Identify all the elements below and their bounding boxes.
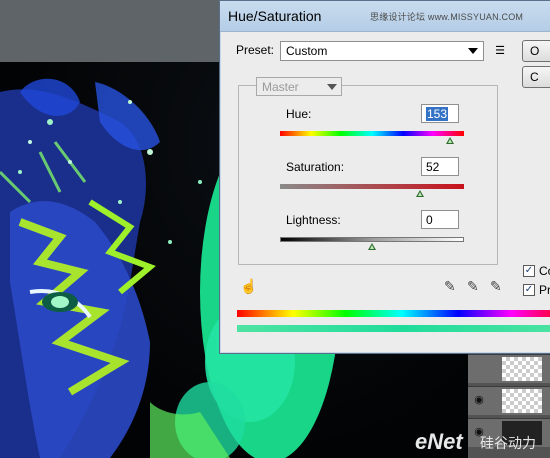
chevron-down-icon — [327, 84, 337, 90]
saturation-value: 52 — [426, 160, 440, 174]
lightness-slider-track[interactable] — [280, 237, 464, 242]
layer-thumbnail — [502, 389, 542, 413]
eyedropper-minus-icon[interactable]: ✎ — [490, 279, 502, 293]
lightness-value: 0 — [426, 213, 433, 227]
colorize-checkbox[interactable]: ✓ — [523, 265, 535, 277]
preview-checkbox[interactable]: ✓ — [523, 284, 535, 296]
saturation-slider-thumb[interactable] — [415, 190, 424, 197]
channel-select[interactable]: Master — [256, 77, 342, 96]
eye-icon[interactable]: ◉ — [472, 394, 486, 406]
hue-saturation-dialog: Hue/Saturation 思缘设计论坛 www.MISSYUAN.COM P… — [219, 0, 550, 354]
eyedropper-plus-icon[interactable]: ✎ — [467, 279, 479, 293]
saturation-input[interactable]: 52 — [421, 157, 459, 176]
logo-text: eNet — [415, 429, 463, 454]
chevron-down-icon — [468, 48, 478, 54]
workspace-background — [0, 0, 230, 62]
cancel-button[interactable]: C — [522, 66, 550, 88]
preset-label: Preset: — [236, 43, 275, 57]
ok-button[interactable]: O — [522, 40, 550, 62]
layer-row[interactable] — [468, 354, 550, 383]
preview-label: Pr — [539, 283, 550, 297]
dialog-titlebar[interactable]: Hue/Saturation 思缘设计论坛 www.MISSYUAN.COM — [220, 1, 550, 32]
lightness-label: Lightness: — [286, 213, 341, 227]
preset-value: Custom — [286, 44, 328, 58]
lightness-input[interactable]: 0 — [421, 210, 459, 229]
output-color-bar — [237, 310, 550, 317]
hand-tool-icon[interactable]: ☝ — [240, 279, 257, 293]
eyedropper-icon[interactable]: ✎ — [444, 279, 456, 293]
dialog-title: Hue/Saturation — [228, 8, 322, 24]
hue-input[interactable]: 153 — [421, 104, 459, 123]
hue-label: Hue: — [286, 107, 312, 121]
layer-thumbnail — [502, 357, 542, 381]
enet-logo: eNet — [415, 429, 463, 455]
hue-slider-track[interactable] — [280, 131, 464, 136]
preset-select[interactable]: Custom — [280, 41, 484, 61]
enet-logo-cn: 硅谷动力 — [480, 435, 536, 451]
saturation-label: Saturation: — [286, 160, 345, 174]
saturation-slider-track[interactable] — [280, 184, 464, 189]
layer-row[interactable]: ◉ — [468, 386, 550, 415]
input-color-bar — [237, 325, 550, 332]
colorize-label: Co — [539, 264, 550, 278]
watermark-text: 思缘设计论坛 www.MISSYUAN.COM — [370, 12, 524, 22]
channel-value: Master — [262, 80, 299, 94]
hue-slider-thumb[interactable] — [446, 137, 455, 144]
lightness-slider-thumb[interactable] — [368, 243, 376, 250]
preset-menu-icon[interactable]: ☰ — [492, 45, 508, 57]
hue-value: 153 — [426, 107, 449, 121]
